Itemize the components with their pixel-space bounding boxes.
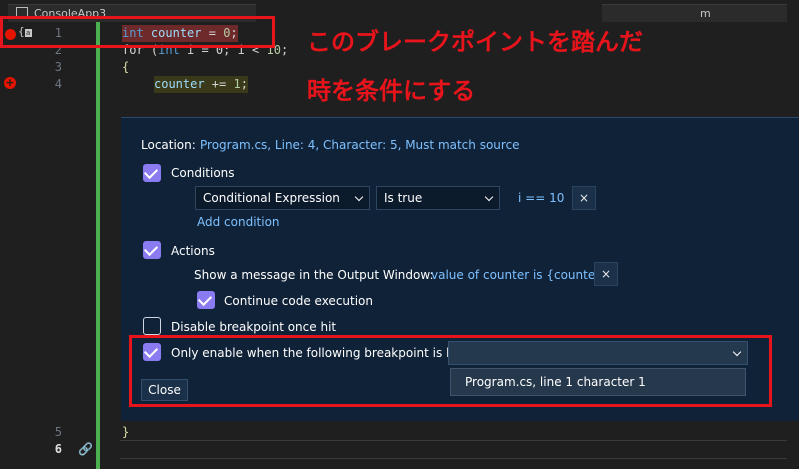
code-line-3[interactable]: {	[122, 59, 129, 76]
annotation-highlight-box	[0, 16, 275, 48]
condition-type-select[interactable]: Conditional Expression	[195, 186, 370, 210]
remove-action-button[interactable]: ×	[594, 262, 618, 286]
continue-execution-checkbox[interactable]	[197, 291, 215, 309]
check-icon	[143, 343, 159, 359]
number-literal: 1	[233, 77, 241, 91]
chevron-down-icon	[732, 347, 742, 357]
chevron-down-icon	[484, 192, 494, 202]
check-icon	[143, 164, 159, 180]
operator: +=	[204, 77, 234, 91]
location-link[interactable]: Program.cs, Line: 4, Character: 5, Must …	[200, 138, 520, 152]
continue-execution-label: Continue code execution	[224, 294, 374, 308]
check-icon	[143, 241, 159, 257]
only-enable-label: Only enable when the following breakpoin…	[171, 346, 466, 360]
chevron-down-icon	[354, 192, 364, 202]
conditions-checkbox[interactable]	[143, 164, 161, 182]
dependent-breakpoint-select[interactable]	[448, 341, 748, 365]
disable-once-hit-label: Disable breakpoint once hit	[171, 320, 337, 334]
code-line-5[interactable]: }	[122, 424, 129, 441]
tab-secondary[interactable]: m	[602, 4, 787, 22]
close-icon: ×	[600, 267, 612, 281]
check-icon	[197, 291, 213, 307]
code-line-4[interactable]: counter += 1;	[154, 76, 248, 93]
annotation-text-line-1: このブレークポイントを踏んだ	[307, 28, 643, 56]
line-number: 3	[54, 60, 62, 74]
code-line-6[interactable]	[120, 440, 787, 459]
location-label: Location:	[141, 138, 196, 152]
output-message-field[interactable]: value of counter is {counter}	[431, 268, 608, 282]
actions-checkbox[interactable]	[143, 241, 161, 259]
punctuation: ;	[280, 43, 289, 57]
only-enable-checkbox[interactable]	[143, 343, 161, 361]
identifier: counter	[154, 77, 205, 91]
punctuation: ;	[240, 77, 248, 91]
annotation-text-line-2: 時を条件にする	[307, 77, 476, 105]
line-number: 6	[54, 442, 62, 456]
add-condition-link[interactable]: Add condition	[197, 215, 280, 229]
condition-type-value: Conditional Expression	[203, 191, 340, 205]
output-message-label: Show a message in the Output Window:	[194, 268, 434, 282]
change-indicator-bar	[96, 22, 100, 469]
close-button[interactable]: Close	[141, 379, 188, 401]
conditions-label: Conditions	[171, 166, 235, 180]
tab-label: m	[700, 7, 711, 20]
close-icon: ×	[578, 191, 590, 205]
condition-mode-select[interactable]: Is true	[376, 186, 500, 210]
dropdown-option[interactable]: Program.cs, line 1 character 1	[450, 368, 746, 396]
line-number: 4	[54, 77, 62, 91]
remove-condition-button[interactable]: ×	[572, 186, 596, 210]
line-number: 5	[54, 425, 62, 439]
condition-expression-field[interactable]: i == 10	[518, 191, 564, 205]
disable-once-hit-checkbox[interactable]	[143, 317, 161, 335]
actions-label: Actions	[171, 244, 215, 258]
condition-mode-value: Is true	[384, 191, 423, 205]
link-icon: 🔗	[78, 442, 93, 456]
